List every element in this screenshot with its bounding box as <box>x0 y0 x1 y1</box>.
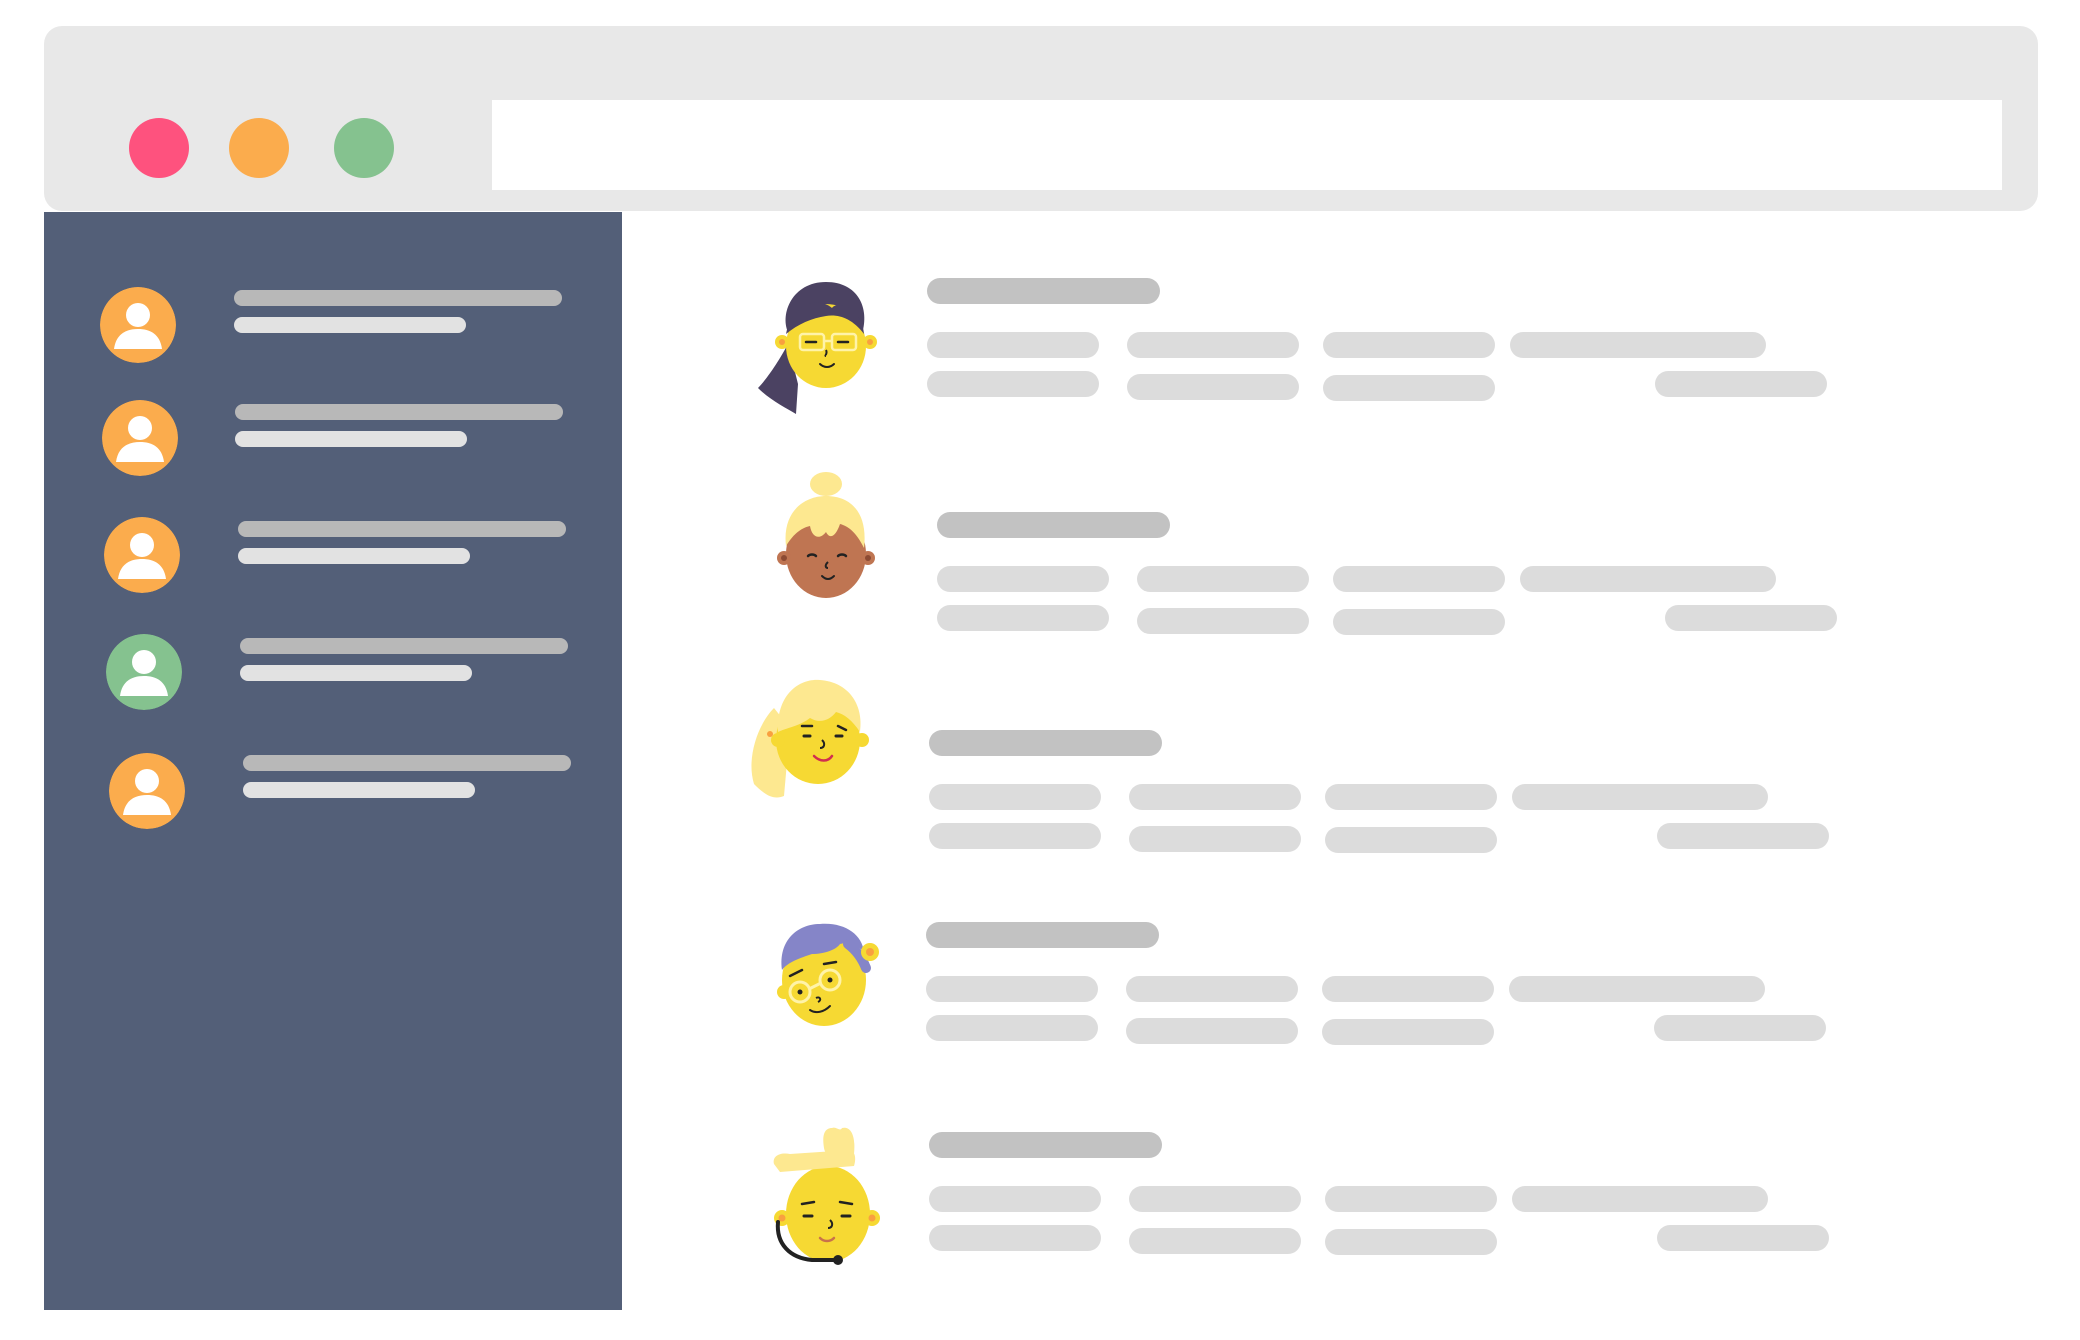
purple-hair-glasses-avatar-icon <box>752 910 892 1060</box>
user-avatar-icon <box>106 634 182 710</box>
sidebar-item-detail-placeholder <box>238 548 470 564</box>
contact-row-2[interactable] <box>622 470 2038 650</box>
contact-name-placeholder <box>926 922 1159 948</box>
contact-field-placeholder <box>1137 566 1309 592</box>
woman-glasses-dark-hair-avatar-icon <box>752 274 892 424</box>
sidebar-item-1[interactable] <box>44 287 622 367</box>
contact-name-placeholder <box>929 730 1162 756</box>
contact-row-3[interactable] <box>622 668 2038 853</box>
contact-field-placeholder <box>1512 784 1768 810</box>
contact-name-placeholder <box>937 512 1170 538</box>
blonde-bun-brown-skin-avatar-icon <box>752 470 892 620</box>
headset-support-agent-avatar-icon <box>760 1124 900 1274</box>
contact-row-4[interactable] <box>622 910 2038 1090</box>
contact-field-placeholder <box>1137 608 1309 634</box>
contact-field-placeholder <box>1325 1186 1497 1212</box>
contact-field-placeholder <box>926 1015 1098 1041</box>
contact-field-placeholder <box>929 823 1101 849</box>
contact-row-1[interactable] <box>622 274 2038 454</box>
contact-field-placeholder <box>1655 371 1827 397</box>
minimize-window-button[interactable] <box>229 118 289 178</box>
contact-field-placeholder <box>1654 1015 1826 1041</box>
sidebar-item-name-placeholder <box>234 290 562 306</box>
maximize-window-button[interactable] <box>334 118 394 178</box>
contact-field-placeholder <box>1323 332 1495 358</box>
contact-field-placeholder <box>1127 332 1299 358</box>
user-avatar-icon <box>104 517 180 593</box>
sidebar-item-detail-placeholder <box>243 782 475 798</box>
contact-field-placeholder <box>1127 374 1299 400</box>
contact-field-placeholder <box>1325 784 1497 810</box>
contact-field-placeholder <box>1322 976 1494 1002</box>
contact-field-placeholder <box>1512 1186 1768 1212</box>
contact-list <box>622 212 2038 1310</box>
contact-field-placeholder <box>1129 1228 1301 1254</box>
browser-title-bar <box>44 26 2038 211</box>
sidebar-item-detail-placeholder <box>235 431 467 447</box>
contact-field-placeholder <box>937 566 1109 592</box>
contact-field-placeholder <box>927 332 1099 358</box>
sidebar-item-detail-placeholder <box>240 665 472 681</box>
contact-field-placeholder <box>1333 566 1505 592</box>
close-window-button[interactable] <box>129 118 189 178</box>
contact-field-placeholder <box>1665 605 1837 631</box>
contact-field-placeholder <box>1129 1186 1301 1212</box>
sidebar-item-2[interactable] <box>44 400 622 480</box>
contact-field-placeholder <box>1520 566 1776 592</box>
contact-name-placeholder <box>927 278 1160 304</box>
contact-field-placeholder <box>1657 1225 1829 1251</box>
contact-field-placeholder <box>1657 823 1829 849</box>
sidebar-item-name-placeholder <box>240 638 568 654</box>
user-avatar-icon <box>100 287 176 363</box>
contact-field-placeholder <box>1323 375 1495 401</box>
sidebar-item-5[interactable] <box>44 753 622 833</box>
contact-field-placeholder <box>1510 332 1766 358</box>
contact-name-placeholder <box>929 1132 1162 1158</box>
contact-field-placeholder <box>929 784 1101 810</box>
contact-field-placeholder <box>1126 976 1298 1002</box>
contact-field-placeholder <box>1333 609 1505 635</box>
sidebar-item-detail-placeholder <box>234 317 466 333</box>
sidebar-item-name-placeholder <box>243 755 571 771</box>
sidebar-item-4[interactable] <box>44 634 622 714</box>
contact-field-placeholder <box>926 976 1098 1002</box>
contact-field-placeholder <box>937 605 1109 631</box>
contact-field-placeholder <box>927 371 1099 397</box>
contact-field-placeholder <box>929 1225 1101 1251</box>
contact-field-placeholder <box>1126 1018 1298 1044</box>
contact-field-placeholder <box>929 1186 1101 1212</box>
contact-field-placeholder <box>1325 827 1497 853</box>
sidebar-item-name-placeholder <box>235 404 563 420</box>
sidebar-item-name-placeholder <box>238 521 566 537</box>
blonde-long-hair-avatar-icon <box>740 668 880 818</box>
contact-field-placeholder <box>1509 976 1765 1002</box>
contact-field-placeholder <box>1129 826 1301 852</box>
sidebar <box>44 212 622 1310</box>
user-avatar-icon <box>109 753 185 829</box>
user-avatar-icon <box>102 400 178 476</box>
address-bar[interactable] <box>492 100 2002 190</box>
contact-field-placeholder <box>1325 1229 1497 1255</box>
contact-field-placeholder <box>1129 784 1301 810</box>
contact-row-5[interactable] <box>622 1124 2038 1304</box>
contact-field-placeholder <box>1322 1019 1494 1045</box>
sidebar-item-3[interactable] <box>44 517 622 597</box>
